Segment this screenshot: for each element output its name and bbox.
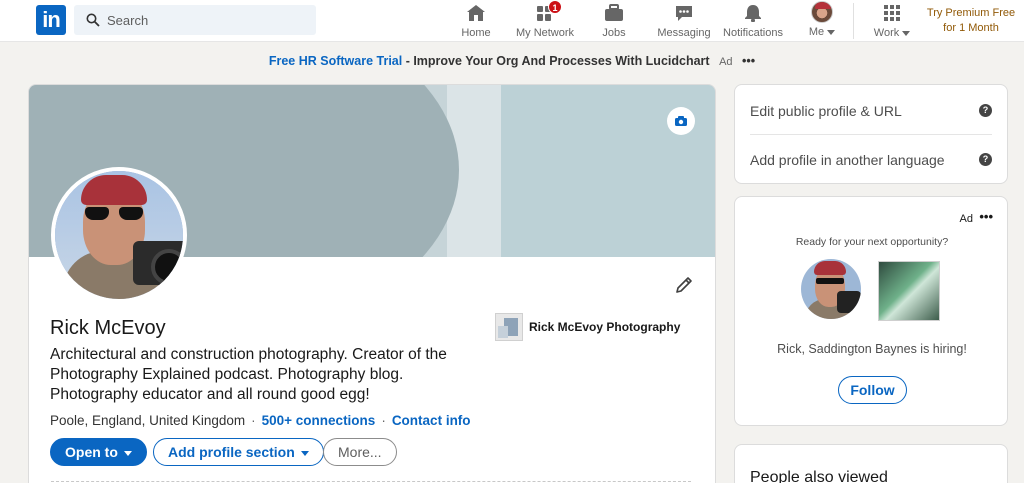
more-button[interactable]: More... (323, 438, 397, 466)
search-placeholder: Search (107, 13, 149, 28)
chevron-down-icon (827, 29, 836, 35)
chevron-down-icon (300, 450, 309, 456)
edit-public-profile-link[interactable]: Edit public profile & URL ? (750, 103, 992, 119)
briefcase-icon (605, 4, 623, 21)
edit-public-profile-label: Edit public profile & URL (750, 103, 902, 119)
contact-info-link[interactable]: Contact info (392, 413, 471, 428)
ad-banner-link[interactable]: Free HR Software Trial (269, 54, 402, 68)
chevron-down-icon (902, 30, 911, 36)
open-to-button[interactable]: Open to (50, 438, 147, 466)
divider (51, 481, 691, 482)
add-language-profile-link[interactable]: Add profile in another language ? (750, 152, 992, 168)
follow-button[interactable]: Follow (838, 376, 907, 404)
profile-settings-card: Edit public profile & URL ? Add profile … (734, 84, 1008, 184)
ad-card: Ad ••• Ready for your next opportunity? … (734, 196, 1008, 426)
nav-jobs[interactable]: Jobs (596, 0, 632, 42)
people-also-viewed-heading: People also viewed (750, 469, 888, 483)
ad-options-button[interactable]: ••• (742, 54, 755, 68)
nav-home-label: Home (461, 27, 491, 39)
me-avatar (811, 1, 833, 23)
nav-work-label: Work (873, 27, 900, 39)
profile-card: Rick McEvoy Architectural and constructi… (28, 84, 716, 483)
nav-messaging[interactable]: Messaging (656, 0, 712, 42)
edit-pencil-icon[interactable] (674, 275, 694, 295)
nav-work[interactable]: Work (868, 0, 916, 42)
edit-cover-button[interactable] (667, 107, 695, 135)
profile-location: Poole, England, United Kingdom (50, 413, 246, 428)
nav-home[interactable]: Home (456, 0, 496, 42)
top-nav: in Search Home 1 My Network Jobs Messagi… (0, 0, 1024, 42)
ad-headline: Ready for your next opportunity? (795, 236, 949, 248)
help-icon[interactable]: ? (979, 153, 992, 166)
nav-jobs-label: Jobs (602, 27, 626, 39)
profile-name: Rick McEvoy (50, 317, 166, 339)
ad-options-button[interactable]: ••• (979, 209, 993, 224)
profile-meta: Poole, England, United Kingdom · 500+ conn… (50, 413, 471, 428)
grid-icon (884, 5, 900, 21)
open-to-label: Open to (65, 444, 118, 460)
home-icon (467, 5, 485, 21)
try-premium-link[interactable]: Try Premium Free for 1 Month (921, 6, 1021, 36)
linkedin-logo[interactable]: in (36, 5, 66, 35)
ad-label: Ad (719, 56, 733, 68)
nav-my-network-label: My Network (515, 27, 575, 39)
nav-notifications-label: Notifications (723, 27, 783, 39)
profile-photo[interactable] (51, 167, 187, 303)
help-icon[interactable]: ? (979, 104, 992, 117)
bell-icon (745, 5, 761, 22)
ad-label: Ad (959, 213, 973, 225)
messaging-icon (676, 6, 692, 21)
camera-icon (675, 116, 687, 126)
add-profile-section-button[interactable]: Add profile section (153, 438, 324, 466)
nav-me-label: Me (808, 26, 825, 38)
avatar (801, 259, 861, 319)
connections-link[interactable]: 500+ connections (262, 413, 376, 428)
nav-messaging-label: Messaging (657, 27, 711, 39)
ad-banner-text[interactable]: - Improve Your Org And Processes With Lu… (402, 54, 710, 68)
company-name: Rick McEvoy Photography (529, 320, 681, 334)
nav-my-network[interactable]: 1 My Network (514, 0, 576, 42)
premium-line-2: for 1 Month (943, 22, 999, 34)
nav-notifications[interactable]: Notifications (722, 0, 784, 42)
hiring-text: Rick, Saddington Baynes is hiring! (777, 342, 967, 356)
network-badge: 1 (548, 0, 562, 14)
search-icon (86, 13, 100, 27)
company-logo (878, 261, 940, 321)
ad-banner: Free HR Software Trial - Improve Your Or… (0, 54, 1024, 68)
profile-headline: Architectural and construction photograp… (50, 346, 447, 403)
divider (750, 134, 992, 135)
premium-line-1: Try Premium Free (926, 7, 1016, 19)
company-logo (495, 313, 523, 341)
add-profile-section-label: Add profile section (168, 444, 295, 460)
people-also-viewed-card: People also viewed (734, 444, 1008, 483)
search-input[interactable]: Search (74, 5, 316, 35)
chevron-down-icon (123, 450, 132, 456)
nav-divider (853, 3, 854, 39)
add-language-profile-label: Add profile in another language (750, 152, 945, 168)
nav-me[interactable]: Me (802, 0, 842, 42)
